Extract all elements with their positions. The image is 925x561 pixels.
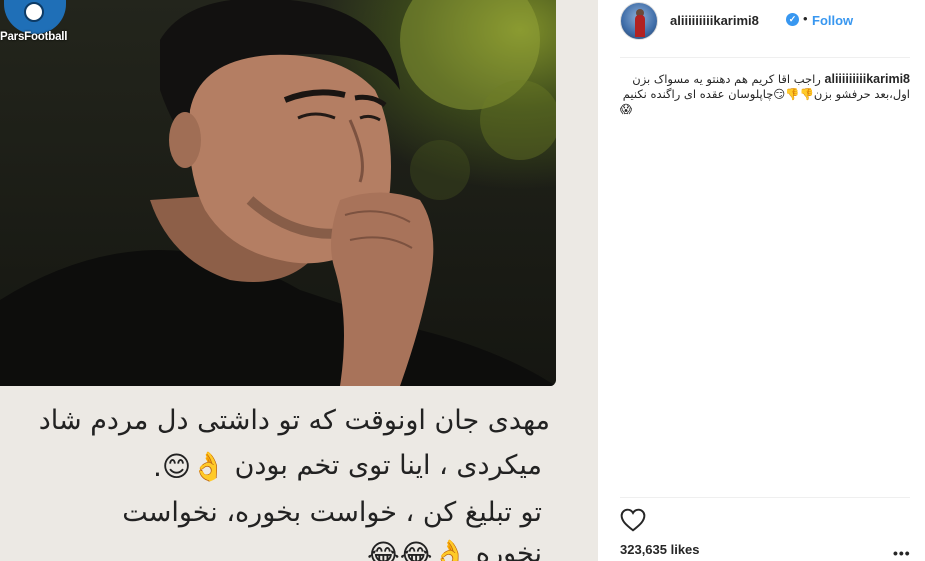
quote-line-1: مهدی جان اونوقت که تو داشتی دل مردم شاد [38,405,550,436]
post-caption: aliiiiiiiiikarimi8 راجب اقا کریم هم دهنت… [620,72,910,117]
post-image[interactable]: ParsFootball مهدی جان اونوقت که تو داشتی… [0,0,598,561]
verified-badge-icon: ✓ [786,13,799,26]
avatar-body [635,15,645,37]
username-link[interactable]: aliiiiiiiiikarimi8 [670,13,759,28]
ok-hand-laugh-emoji-icon: 👌😂😂 [367,538,468,561]
football-icon [24,2,44,22]
parsfootball-logo: ParsFootball [0,0,78,50]
post-header: aliiiiiiiiikarimi8 ✓ • Follow [620,0,910,58]
quote-line-2-text: میکردی ، اینا توی تخم بودن [234,450,542,481]
portrait-illustration [0,0,556,386]
ok-hand-smile-emoji-icon: 👌😊. [153,450,226,483]
avatar[interactable] [620,2,658,40]
quote-line-2: میکردی ، اینا توی تخم بودن 👌😊. [0,450,542,483]
divider [620,497,910,498]
portrait-photo: ParsFootball [0,0,556,386]
quote-line-4: نخوره 👌😂😂 [0,538,542,561]
quote-line-3: تو تبلیغ کن ، خواست بخوره، نخواست [122,497,542,528]
caption-end-emoji: 😱 [620,102,632,116]
post-sidebar: aliiiiiiiiikarimi8 ✓ • Follow aliiiiiiii… [598,0,925,561]
likes-count[interactable]: 323,635 likes [620,542,700,557]
caption-username-link[interactable]: aliiiiiiiiikarimi8 [825,72,910,86]
separator-dot: • [803,11,808,26]
heart-outline-icon[interactable] [620,508,646,532]
post-viewer: ParsFootball مهدی جان اونوقت که تو داشتی… [0,0,925,561]
quote-line-4-text: نخوره [475,538,542,561]
ellipsis-icon[interactable]: ••• [893,545,911,561]
logo-text: ParsFootball [0,31,68,43]
follow-button[interactable]: Follow [812,13,853,28]
